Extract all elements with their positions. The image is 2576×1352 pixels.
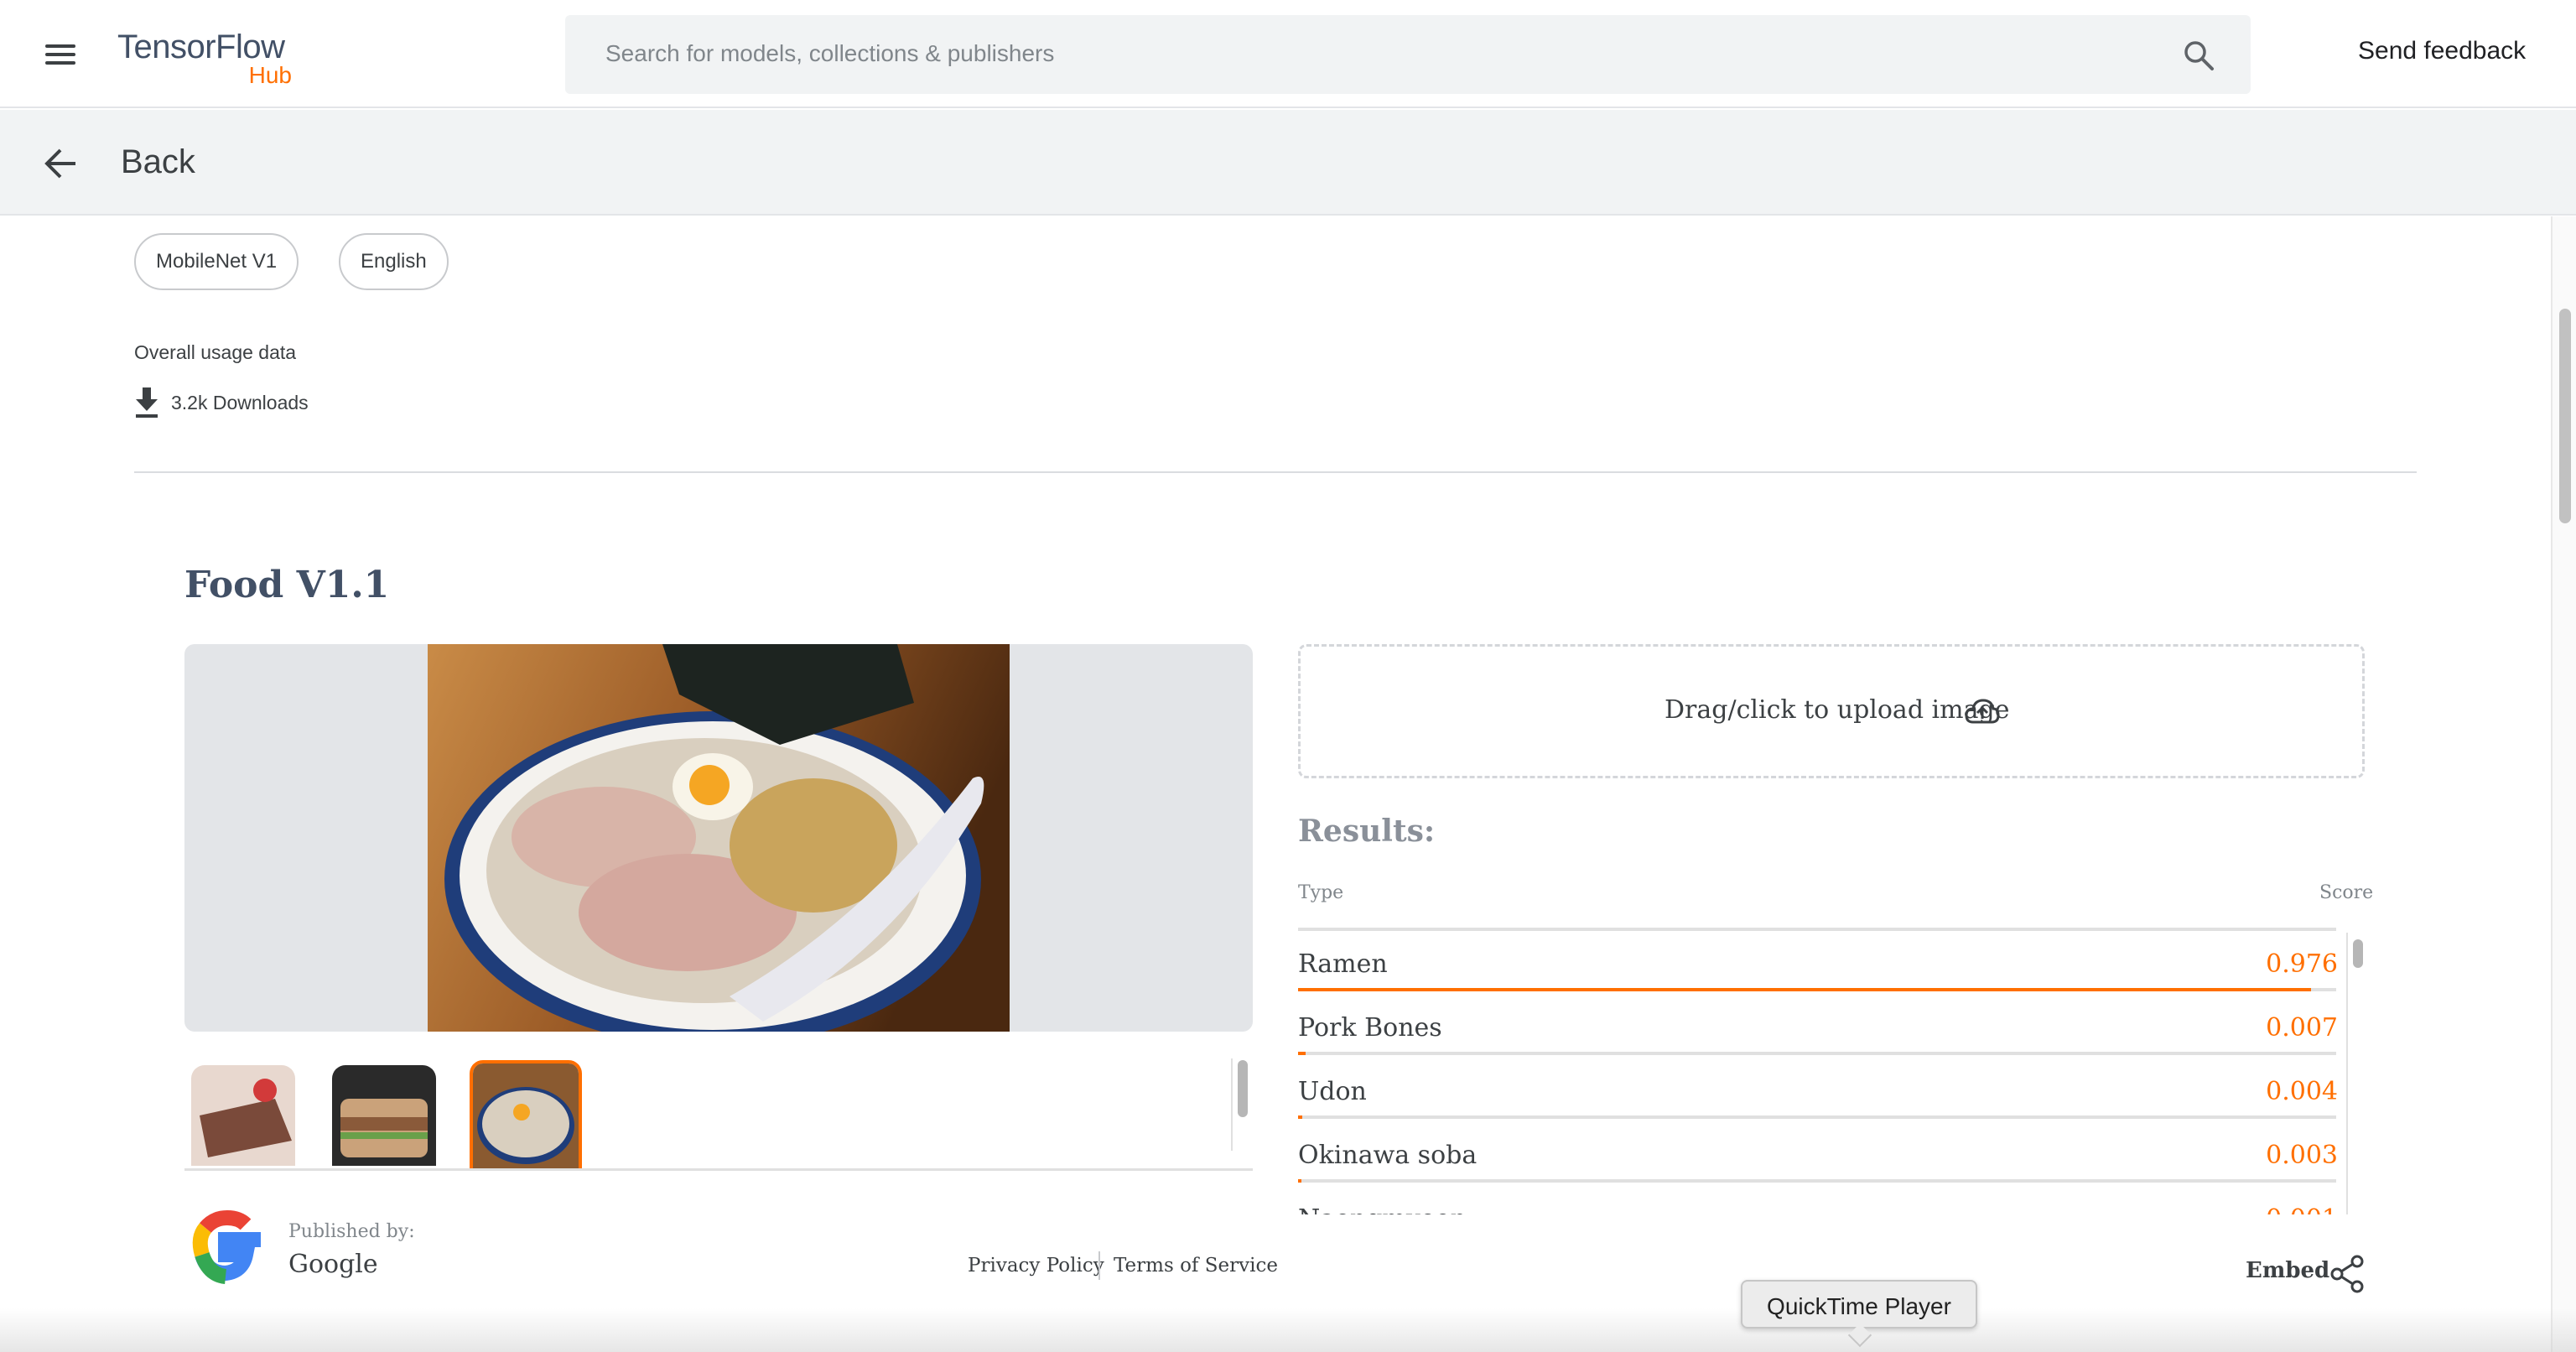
result-score-bar	[1298, 1179, 1301, 1183]
result-score: 0.007	[2266, 1013, 2338, 1043]
result-score: 0.004	[2266, 1077, 2338, 1106]
ramen-photo	[428, 644, 1010, 1032]
result-score-track	[1298, 1115, 2336, 1119]
back-arrow-icon[interactable]	[42, 147, 79, 180]
result-row: Pork Bones 0.007	[1298, 996, 2338, 1058]
results-scrollbar-thumb[interactable]	[2353, 939, 2363, 968]
top-app-bar: TensorFlow Hub Search for models, collec…	[0, 0, 2576, 108]
demo-title: Food V1.1	[184, 564, 390, 606]
result-row: Naengmyeon 0.001	[1298, 1188, 2338, 1214]
upload-dropzone[interactable]: Drag/click to upload image	[1298, 644, 2365, 778]
results-column-score: Score	[2319, 882, 2374, 903]
logo-main-text: TensorFlow	[117, 29, 285, 65]
result-score: 0.001	[2266, 1204, 2338, 1214]
back-bar: Back	[0, 110, 2576, 216]
page-scrollbar-thumb[interactable]	[2559, 309, 2571, 523]
result-score-track	[1298, 988, 2336, 991]
search-input[interactable]: Search for models, collections & publish…	[565, 15, 2251, 94]
usage-data-title: Overall usage data	[134, 341, 297, 363]
result-row: Okinawa soba 0.003	[1298, 1124, 2338, 1186]
tag-chip-language[interactable]: English	[339, 233, 449, 290]
thumbnail-scrollbar-thumb[interactable]	[1238, 1060, 1248, 1117]
result-type: Naengmyeon	[1298, 1204, 1467, 1214]
result-score-bar	[1298, 988, 2312, 991]
thumbnail-cake[interactable]	[191, 1065, 295, 1166]
dock-tooltip: QuickTime Player	[1741, 1280, 1977, 1348]
image-preview	[184, 644, 1253, 1032]
result-score: 0.003	[2266, 1141, 2338, 1170]
example-thumbnails	[184, 1058, 1253, 1171]
thumbnail-scrollbar[interactable]	[1231, 1058, 1248, 1151]
result-score-bar	[1298, 1052, 1306, 1055]
results-header-divider	[1298, 928, 2336, 931]
back-button[interactable]: Back	[121, 143, 195, 181]
thumbnail-ramen-selected[interactable]	[470, 1060, 582, 1171]
logo-sub-text: Hub	[248, 62, 292, 88]
dock-shadow	[0, 1308, 2576, 1352]
result-score-bar	[1298, 1115, 1302, 1119]
share-icon	[2330, 1255, 2364, 1293]
hamburger-menu-icon[interactable]	[37, 37, 82, 72]
result-row: Udon 0.004	[1298, 1060, 2338, 1122]
google-logo	[192, 1209, 261, 1284]
terms-of-service-link[interactable]: Terms of Service	[1114, 1255, 1278, 1277]
result-type: Udon	[1298, 1077, 1367, 1106]
search-icon[interactable]	[2182, 39, 2215, 72]
published-by-label: Published by:	[288, 1221, 415, 1242]
result-type: Okinawa soba	[1298, 1141, 1478, 1170]
tensorflow-hub-logo[interactable]: TensorFlow Hub	[117, 29, 302, 92]
upload-label: Drag/click to upload image	[1665, 695, 2010, 725]
result-type: Pork Bones	[1298, 1013, 1442, 1043]
result-score-track	[1298, 1179, 2336, 1183]
result-score-track	[1298, 1052, 2336, 1055]
privacy-policy-link[interactable]: Privacy Policy	[968, 1255, 1104, 1277]
publisher-name[interactable]: Google	[288, 1250, 378, 1279]
cloud-upload-icon	[1965, 699, 2000, 724]
download-icon	[136, 387, 158, 418]
thumbnail-sandwich[interactable]	[332, 1065, 436, 1166]
tag-chip-architecture[interactable]: MobileNet V1	[134, 233, 299, 290]
result-row: Ramen 0.976	[1298, 933, 2338, 995]
results-column-type: Type	[1298, 882, 1344, 903]
embed-label: Embed	[2246, 1258, 2330, 1283]
result-score: 0.976	[2266, 949, 2338, 979]
downloads-count: 3.2k Downloads	[171, 392, 309, 413]
page-scrollbar[interactable]	[2551, 216, 2576, 1352]
tooltip-text: QuickTime Player	[1767, 1293, 1951, 1319]
result-type: Ramen	[1298, 949, 1388, 979]
section-divider	[134, 471, 2417, 473]
send-feedback-button[interactable]: Send feedback	[2358, 37, 2526, 65]
results-list: Ramen 0.976 Pork Bones 0.007 Udon 0.004 Okinaw…	[1298, 933, 2365, 1214]
search-placeholder: Search for models, collections & publish…	[605, 40, 1055, 66]
footer-link-separator	[1098, 1251, 1100, 1280]
results-scrollbar[interactable]	[2346, 933, 2365, 1214]
results-title: Results:	[1298, 814, 1436, 849]
